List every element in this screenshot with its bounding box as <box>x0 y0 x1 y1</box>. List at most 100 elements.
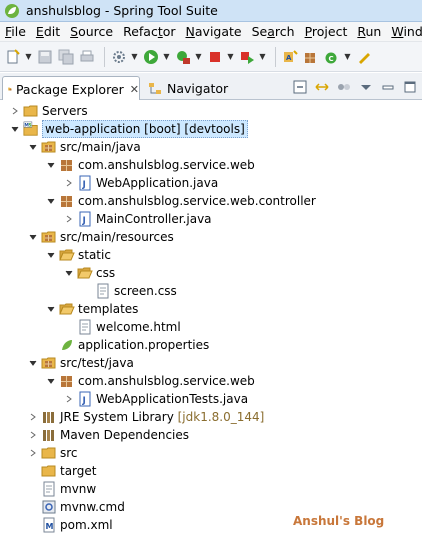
pen-icon[interactable] <box>355 48 373 66</box>
svg-text:M: M <box>46 522 54 531</box>
chevron-down-icon[interactable] <box>10 124 20 134</box>
chevron-right-icon[interactable] <box>64 214 74 224</box>
tree-item-package[interactable]: com.anshulsblog.service.web.controller <box>0 192 422 210</box>
link-with-editor-icon[interactable] <box>314 79 330 95</box>
chevron-down-icon[interactable] <box>28 232 38 242</box>
menu-window[interactable]: Window <box>386 24 422 39</box>
tree-item-label: JRE System Library [jdk1.8.0_144] <box>60 410 265 424</box>
menu-run[interactable]: Run <box>352 24 386 39</box>
menu-navigate[interactable]: Navigate <box>181 24 247 39</box>
menu-bar: File Edit Source Refactor Navigate Searc… <box>0 22 422 42</box>
menu-source[interactable]: Source <box>65 24 118 39</box>
chevron-down-icon[interactable]: ▼ <box>25 48 32 66</box>
save-icon[interactable] <box>36 48 54 66</box>
chevron-right-icon[interactable] <box>10 106 20 116</box>
chevron-right-icon[interactable] <box>64 394 74 404</box>
collapse-all-icon[interactable] <box>292 79 308 95</box>
chevron-down-icon[interactable]: ▼ <box>259 48 266 66</box>
new-class-icon[interactable]: C <box>323 48 341 66</box>
chevron-down-icon[interactable] <box>46 250 56 260</box>
menu-search[interactable]: Search <box>247 24 300 39</box>
package-icon <box>59 193 75 209</box>
chevron-down-icon[interactable]: ▼ <box>131 48 138 66</box>
toolbar-separator <box>275 46 276 67</box>
chevron-right-icon[interactable] <box>28 412 38 422</box>
tree-item-label: WebApplication.java <box>96 176 219 190</box>
tree-item-file[interactable]: application.properties <box>0 336 422 354</box>
java-file-icon: J <box>77 175 93 191</box>
tree-item-label: WebApplicationTests.java <box>96 392 249 406</box>
stop-icon[interactable] <box>206 48 224 66</box>
tree-item-src-test-java[interactable]: src/test/java <box>0 354 422 372</box>
tree-item-file[interactable]: welcome.html <box>0 318 422 336</box>
new-icon[interactable] <box>4 48 22 66</box>
focus-icon[interactable] <box>336 79 352 95</box>
tree-item-java-file[interactable]: J MainController.java <box>0 210 422 228</box>
chevron-down-icon[interactable] <box>46 376 56 386</box>
gear-icon[interactable] <box>110 48 128 66</box>
tree-item-file[interactable]: screen.css <box>0 282 422 300</box>
save-all-icon[interactable] <box>57 48 75 66</box>
tab-navigator[interactable]: Navigator <box>145 76 245 100</box>
relaunch-icon[interactable] <box>238 48 256 66</box>
chevron-right-icon[interactable] <box>28 430 38 440</box>
menu-refactor[interactable]: Refactor <box>118 24 180 39</box>
menu-edit[interactable]: Edit <box>31 24 65 39</box>
new-package-icon[interactable] <box>302 48 320 66</box>
maven-spring-project-icon: MS <box>23 121 39 137</box>
chevron-down-icon[interactable]: ▼ <box>195 48 202 66</box>
tree-item-java-file[interactable]: J WebApplication.java <box>0 174 422 192</box>
chevron-down-icon[interactable] <box>46 304 56 314</box>
chevron-down-icon[interactable] <box>64 268 74 278</box>
folder-open-icon <box>59 247 75 263</box>
tree-item-label: pom.xml <box>60 518 113 532</box>
chevron-down-icon[interactable] <box>28 142 38 152</box>
tree-item-file[interactable]: mvnw <box>0 480 422 498</box>
chevron-right-icon[interactable] <box>28 448 38 458</box>
package-icon <box>59 157 75 173</box>
tree-item-src-main-java[interactable]: src/main/java <box>0 138 422 156</box>
tree-item-src-main-resources[interactable]: src/main/resources <box>0 228 422 246</box>
tree-item-src[interactable]: src <box>0 444 422 462</box>
spring-properties-icon <box>59 337 75 353</box>
maximize-icon[interactable] <box>402 79 418 95</box>
text-file-icon <box>95 283 111 299</box>
folder-icon <box>41 463 57 479</box>
chevron-down-icon[interactable] <box>46 160 56 170</box>
tree-item-package[interactable]: com.anshulsblog.service.web <box>0 372 422 390</box>
view-menu-icon[interactable] <box>358 79 374 95</box>
print-icon[interactable] <box>78 48 96 66</box>
menu-file[interactable]: File <box>0 24 31 39</box>
tab-package-explorer[interactable]: Package Explorer ✕ <box>2 76 140 101</box>
tree-item-css[interactable]: css <box>0 264 422 282</box>
chevron-down-icon[interactable] <box>28 358 38 368</box>
svg-text:J: J <box>82 396 86 406</box>
tree-item-label: screen.css <box>114 284 177 298</box>
minimize-icon[interactable] <box>380 79 396 95</box>
close-icon[interactable]: ✕ <box>130 83 139 96</box>
tree-item-web-application[interactable]: MS web-application [boot] [devtools] <box>0 120 422 138</box>
new-java-project-icon[interactable]: A <box>281 48 299 66</box>
tree-item-templates[interactable]: templates <box>0 300 422 318</box>
chevron-down-icon[interactable]: ▼ <box>344 48 351 66</box>
menu-project[interactable]: Project <box>300 24 353 39</box>
run-icon[interactable] <box>142 48 160 66</box>
tree-item-jre-library[interactable]: JRE System Library [jdk1.8.0_144] <box>0 408 422 426</box>
tree-item-servers[interactable]: Servers <box>0 102 422 120</box>
tree-item-java-file[interactable]: J WebApplicationTests.java <box>0 390 422 408</box>
tree-item-static[interactable]: static <box>0 246 422 264</box>
tree-item-label: src <box>60 446 78 460</box>
chevron-down-icon[interactable] <box>46 196 56 206</box>
chevron-down-icon[interactable]: ▼ <box>163 48 170 66</box>
tree-item-package[interactable]: com.anshulsblog.service.web <box>0 156 422 174</box>
debug-icon[interactable] <box>174 48 192 66</box>
chevron-down-icon[interactable]: ▼ <box>227 48 234 66</box>
tree-item-maven-dependencies[interactable]: Maven Dependencies <box>0 426 422 444</box>
tree-item-label: com.anshulsblog.service.web <box>78 374 255 388</box>
tree-item-target[interactable]: target <box>0 462 422 480</box>
chevron-right-icon[interactable] <box>64 178 74 188</box>
